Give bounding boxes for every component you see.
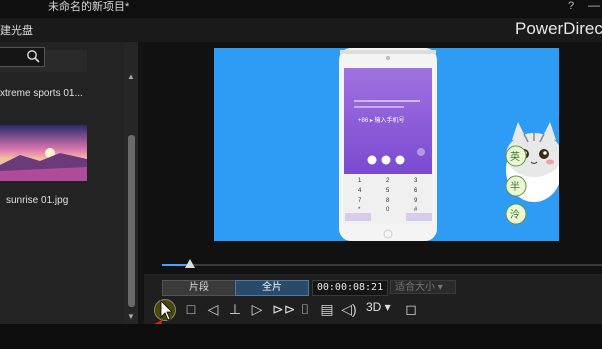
phone-image: +86 ▸ 输入手机号 1 2 34 5 67 8 9* 0 # 英 半 泠: [339, 48, 559, 241]
scroll-up-icon[interactable]: ▲: [127, 72, 135, 81]
volume-icon[interactable]: ◁): [340, 300, 358, 318]
split-icon[interactable]: ⊥: [226, 300, 244, 318]
clip-mode-button[interactable]: 片段: [162, 280, 236, 296]
clip-thumbnail-sunrise[interactable]: [0, 125, 87, 181]
fast-forward-icon[interactable]: ⊳⊳: [272, 300, 295, 318]
movie-mode-button[interactable]: 全片: [235, 280, 309, 296]
undock-preview-icon[interactable]: ◻: [402, 300, 420, 318]
svg-text:+86 ▸ 输入手机号: +86 ▸ 输入手机号: [358, 116, 405, 124]
search-icon[interactable]: [26, 49, 40, 63]
video-frame: +86 ▸ 输入手机号 1 2 3 4 5 6 7 8 9 * 0 # 英 半 …: [214, 48, 559, 241]
fit-size-dropdown[interactable]: 适合大小 ▾: [390, 280, 456, 294]
stop-icon[interactable]: □: [182, 300, 200, 318]
fit-size-label: 适合大小: [395, 282, 435, 293]
snapshot-camera-icon[interactable]: ⌷: [296, 300, 314, 318]
svg-text:泠: 泠: [510, 208, 520, 221]
media-library-panel: [0, 42, 138, 324]
scrollbar-thumb[interactable]: [128, 135, 135, 307]
clip-label: sunrise 01.jpg: [6, 195, 69, 206]
brand-logo-text: PowerDirector: [515, 19, 602, 38]
toolbar: [0, 18, 602, 42]
clip-label: xtreme sports 01...: [0, 88, 83, 99]
3d-label: 3D: [366, 300, 382, 314]
scroll-down-icon[interactable]: ▼: [127, 312, 135, 321]
bottom-bar: [0, 324, 602, 349]
next-frame-icon[interactable]: ▷: [248, 300, 266, 318]
previous-frame-icon[interactable]: ◁: [204, 300, 222, 318]
3d-toggle[interactable]: 3D ▾: [366, 300, 391, 314]
timecode-display[interactable]: 00:00:08:21: [312, 280, 388, 296]
svg-text:半: 半: [510, 180, 520, 193]
create-disc-tab[interactable]: 建光盘: [0, 22, 33, 38]
svg-text:英: 英: [510, 150, 520, 163]
scrub-handle[interactable]: [185, 259, 195, 268]
scrub-track[interactable]: [162, 264, 602, 266]
project-title: 未命名的新项目*: [48, 1, 130, 13]
help-button[interactable]: ?: [568, 0, 574, 12]
minimize-button[interactable]: —: [588, 0, 600, 12]
subtitle-icon[interactable]: ▤: [318, 300, 336, 318]
